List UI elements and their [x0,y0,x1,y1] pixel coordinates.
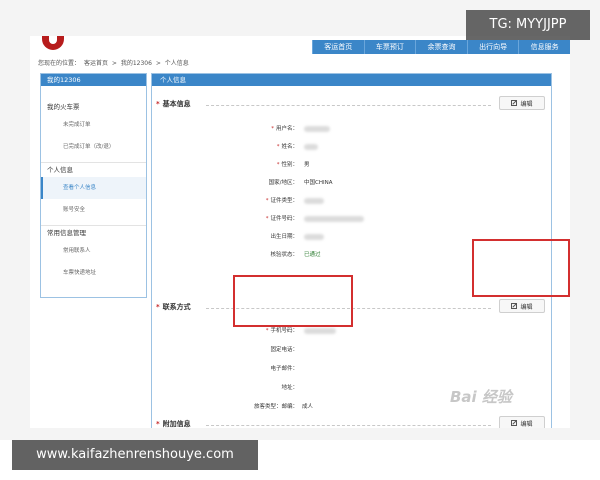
nav-info-service[interactable]: 信息服务 [518,40,570,54]
sidebar-section-tickets: 我的火车票 [47,103,80,111]
breadcrumb-prefix: 您现在的位置： [38,60,81,67]
breadcrumb-my12306[interactable]: 我的12306 [121,60,152,67]
panel-header: 个人信息 [152,74,551,86]
field-passenger-type-value: 成人 [302,404,314,410]
field-passenger-type-label: 旅客类型： [254,404,282,410]
baidu-watermark: Bai 经验 [450,388,512,406]
field-gender-value: 男 [304,162,310,168]
divider [206,425,491,426]
sidebar-item-contacts[interactable]: 常用联系人 [41,240,146,262]
section-title: * 附加信息 [156,420,191,428]
breadcrumb-sep: > [111,60,117,67]
breadcrumb-sep: > [155,60,161,67]
screenshot-frame: 客运首页 车票预订 余票查询 出行向导 信息服务 您现在的位置： 客运首页 > … [0,0,600,440]
redacted-birthdate [304,234,324,240]
field-country-label: 国家/地区： [268,180,298,186]
section-title: * 基本信息 [156,100,191,108]
sidebar-section-personal: 个人信息 [41,162,146,177]
edit-extra-button[interactable]: 编辑 [499,416,545,428]
nav-booking[interactable]: 车票预订 [363,40,416,54]
section-extra: * 附加信息 编辑 [152,416,551,428]
sidebar-header: 我的12306 [41,74,146,86]
field-mobile-label: * 手机号码： [265,328,298,334]
breadcrumb: 您现在的位置： 客运首页 > 我的12306 > 个人信息 [38,58,191,67]
nav-home[interactable]: 客运首页 [312,40,364,54]
breadcrumb-home[interactable]: 客运首页 [84,60,108,67]
sidebar-item-unfinished-orders[interactable]: 未完成订单 [41,114,146,136]
nav-remaining-tickets[interactable]: 余票查询 [415,40,467,54]
field-verify-status-label: 核验状态： [270,252,298,258]
divider [206,105,491,106]
redacted-id-type [304,198,324,204]
field-name-label: * 姓名： [276,144,298,150]
edit-icon [511,303,518,309]
sidebar: 我的12306 我的火车票 未完成订单 已完成订单（改/退） 个人信息 查看个人… [40,73,147,298]
redacted-username [304,126,330,132]
edit-icon [511,420,518,426]
sidebar-item-finished-orders[interactable]: 已完成订单（改/退） [41,136,146,158]
page-12306: 客运首页 车票预订 余票查询 出行向导 信息服务 您现在的位置： 客运首页 > … [30,36,570,428]
sidebar-item-account-security[interactable]: 账号安全 [41,199,146,221]
redacted-name [304,144,318,150]
nav-travel-guide[interactable]: 出行向导 [466,40,519,54]
railway-logo-icon [42,36,64,50]
highlight-box-edit [472,239,570,297]
field-address-label: 地址： [281,385,298,391]
section-basic: * 基本信息 编辑 [152,96,551,111]
sidebar-item-view-profile[interactable]: 查看个人信息 [41,177,146,199]
redacted-mobile [304,328,336,334]
top-nav: 客运首页 车票预订 余票查询 出行向导 信息服务 [312,40,570,54]
section-title: * 联系方式 [156,303,191,311]
tg-label: TG: MYYJJPP [466,10,590,40]
sidebar-item-delivery-address[interactable]: 车票快递地址 [41,262,146,284]
field-landline-label: 固定电话： [270,347,298,353]
field-username-label: * 用户名： [271,126,298,132]
field-id-type-label: * 证件类型： [265,198,298,204]
edit-icon [511,100,518,106]
redacted-id-number [304,216,364,222]
edit-basic-button[interactable]: 编辑 [499,96,545,110]
field-birthdate-label: 出生日期： [270,234,298,240]
field-country-value: 中国CHINA [304,180,333,186]
highlight-box-mobile [233,275,353,327]
site-url-label: www.kaifazhenrenshouye.com [12,440,258,470]
field-verify-status-value: 已通过 [304,252,321,258]
edit-contact-button[interactable]: 编辑 [499,299,545,313]
field-gender-label: * 性别： [276,162,298,168]
field-id-number-label: * 证件号码： [265,216,298,222]
sidebar-section-common-info: 常用信息管理 [41,225,146,240]
field-email-label: 电子邮件： [270,366,298,372]
breadcrumb-current: 个人信息 [164,60,189,67]
